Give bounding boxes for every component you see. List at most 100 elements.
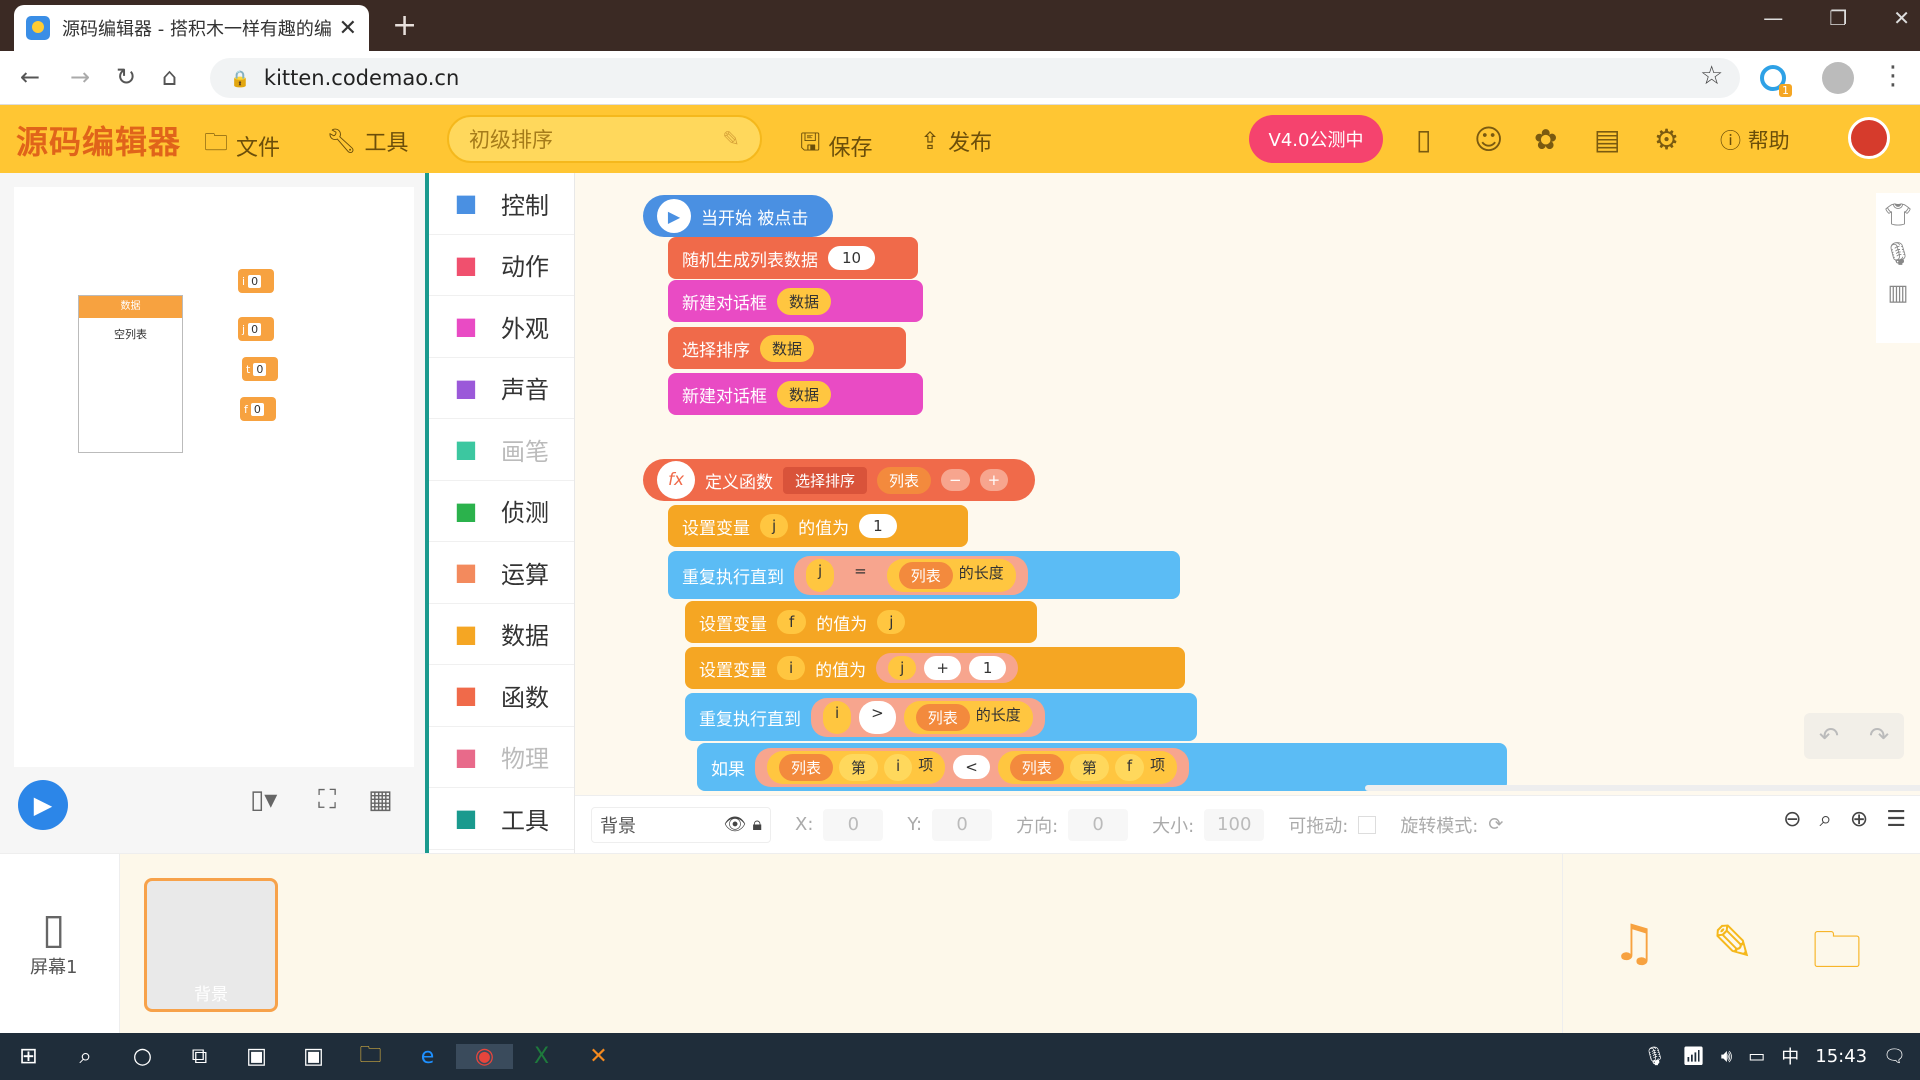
add-folder-icon[interactable]: 🗀 (1812, 914, 1862, 999)
zoom-reset-icon[interactable]: ⌕ (1820, 807, 1832, 832)
phone-preview-icon[interactable]: ▯ (1416, 123, 1431, 156)
settings-gear-icon[interactable]: ⚙ (1654, 123, 1679, 156)
list-dropdown[interactable]: 数据 (777, 287, 832, 315)
background-thumbnail[interactable]: 背景 (144, 878, 278, 1012)
list-item-reporter[interactable]: 列表 第 i 项 (767, 750, 946, 784)
category-item[interactable]: ■ 函数 (429, 665, 574, 727)
set-variable-block[interactable]: 设置变量 f 的值为 j (685, 601, 1037, 643)
category-item[interactable]: ■ 画笔 (429, 419, 574, 481)
new-dialog-block[interactable]: 新建对话框 数据 (668, 373, 923, 415)
category-item[interactable]: ■ 运算 (429, 542, 574, 604)
category-item[interactable]: ■ 物理 (429, 727, 574, 788)
variable-dropdown[interactable]: j (877, 610, 906, 634)
fullscreen-icon[interactable]: ⛶ (318, 785, 336, 816)
microphone-tray-icon[interactable]: 🎙︎ (1643, 1046, 1666, 1067)
variable-monitor[interactable]: i0 (238, 269, 274, 293)
rotation-mode-icon[interactable]: ⟳ (1488, 814, 1503, 835)
lock-icon[interactable]: 🔒︎ (752, 814, 762, 835)
list-monitor[interactable]: 数据 空列表 (78, 295, 183, 453)
draggable-checkbox[interactable] (1358, 815, 1377, 834)
network-icon[interactable]: 📶︎ (1682, 1046, 1705, 1067)
volume-icon[interactable]: 🔊︎ (1721, 1046, 1732, 1067)
ime-indicator[interactable]: 中 (1781, 1043, 1799, 1069)
beta-badge[interactable]: V4.0公测中 (1249, 115, 1383, 163)
grid-icon[interactable]: ▦ (368, 785, 393, 815)
user-avatar[interactable] (1848, 117, 1890, 159)
list-length-reporter[interactable]: 列表 的长度 (903, 700, 1033, 734)
variable-monitor[interactable]: t0 (242, 357, 278, 381)
call-sort-block[interactable]: 选择排序 数据 (668, 327, 906, 369)
tools-menu[interactable]: 🔧︎ 工具 (326, 125, 408, 157)
paint-pencil-icon[interactable]: ✎ (1712, 914, 1754, 972)
microphone-icon[interactable]: 🎙︎ (1884, 242, 1912, 267)
compare-expression[interactable]: 列表 第 i 项 < 列表 第 f 项 (755, 747, 1190, 787)
zoom-in-icon[interactable]: ⊕ (1850, 807, 1868, 832)
stage-canvas[interactable]: 数据 空列表 i0 j0 t0 f0 (14, 187, 414, 767)
costume-icon[interactable]: 👕︎ (1884, 203, 1912, 228)
extensions-icon[interactable]: ✿ (1534, 123, 1557, 156)
reload-icon[interactable]: ↻ (116, 63, 136, 91)
undo-icon[interactable]: ↶ (1819, 722, 1839, 750)
operator-dropdown[interactable]: = (842, 558, 879, 592)
task-view-icon[interactable]: ⧉ (171, 1044, 228, 1069)
variable-dropdown[interactable]: j (760, 514, 789, 538)
operator-dropdown[interactable]: > (859, 700, 896, 734)
zoom-out-icon[interactable]: ⊖ (1783, 807, 1801, 832)
variable-dropdown[interactable]: j (888, 656, 917, 680)
random-list-block[interactable]: 随机生成列表数据 10 (668, 237, 918, 279)
list-dropdown[interactable]: 数据 (777, 380, 832, 408)
compare-expression[interactable]: j = 列表 的长度 (794, 555, 1028, 595)
notification-icon[interactable]: 🗨︎ (1883, 1046, 1906, 1067)
excel-icon[interactable]: X (513, 1044, 570, 1069)
home-icon[interactable]: ⌂ (162, 63, 177, 91)
repeat-until-block[interactable]: 重复执行直到 i > 列表 的长度 (685, 693, 1197, 741)
calendar-icon[interactable]: ▤ (1594, 123, 1620, 156)
minimize-icon[interactable]: — (1763, 6, 1783, 30)
variable-dropdown[interactable]: f (1114, 753, 1145, 781)
music-note-icon[interactable]: ♫ (1612, 914, 1657, 972)
index-dropdown[interactable]: 第 (1069, 753, 1109, 781)
list-dropdown[interactable]: 数据 (760, 334, 815, 362)
device-select-icon[interactable]: ▯▾ (250, 785, 277, 815)
file-explorer-icon[interactable]: 🗀 (342, 1038, 399, 1076)
browser-tab[interactable]: 源码编辑器 - 搭积木一样有趣的编 ✕ (14, 5, 369, 51)
visibility-eye-icon[interactable]: 👁︎ (724, 814, 747, 835)
new-dialog-block[interactable]: 新建对话框 数据 (668, 280, 923, 322)
function-name[interactable]: 选择排序 (783, 466, 868, 494)
bookmark-star-icon[interactable]: ☆ (1700, 61, 1723, 91)
category-item[interactable]: ■ 侦测 (429, 481, 574, 542)
variable-monitor[interactable]: j0 (238, 317, 274, 341)
sprite-name-field[interactable]: 背景 👁︎ 🔒︎ (591, 806, 771, 843)
variable-dropdown[interactable]: i (823, 700, 852, 734)
redo-icon[interactable]: ↷ (1869, 722, 1889, 750)
repeat-until-block[interactable]: 重复执行直到 j = 列表 的长度 (668, 551, 1180, 599)
publish-button[interactable]: ⇪ 发布 (920, 125, 992, 157)
code-workspace[interactable]: ▶ 当开始 被点击 随机生成列表数据 10 新建对话框 数据 选择排序 数据 新… (575, 173, 1920, 795)
restore-icon[interactable]: ❐ (1829, 6, 1847, 30)
variable-dropdown[interactable]: j (806, 558, 835, 592)
variable-dropdown[interactable]: f (777, 610, 807, 634)
category-item[interactable]: ■ 工具 (429, 788, 574, 850)
category-item[interactable]: ■ 控制 (429, 173, 574, 235)
file-menu[interactable]: 🗀 文件 (204, 125, 280, 166)
number-input[interactable]: 10 (828, 246, 876, 270)
when-start-hat-block[interactable]: ▶ 当开始 被点击 (643, 195, 833, 237)
robot-icon[interactable]: ☺ (1474, 123, 1503, 156)
add-expression[interactable]: j + 1 (876, 653, 1019, 683)
help-button[interactable]: ⓘ 帮助 (1720, 125, 1790, 155)
menu-icon[interactable]: ☰ (1886, 807, 1906, 832)
category-item[interactable]: ■ 外观 (429, 296, 574, 358)
variable-dropdown[interactable]: i (884, 753, 913, 781)
list-item-reporter[interactable]: 列表 第 f 项 (997, 750, 1178, 784)
app-icon[interactable]: ▣ (285, 1044, 342, 1069)
clock[interactable]: 15:43 (1815, 1046, 1867, 1067)
app-icon[interactable]: ▣ (228, 1044, 285, 1069)
set-variable-block[interactable]: 设置变量 j 的值为 1 (668, 505, 968, 547)
new-tab-icon[interactable]: + (392, 8, 417, 43)
forward-icon[interactable]: → (70, 63, 90, 91)
variable-dropdown[interactable]: i (777, 656, 806, 680)
compare-expression[interactable]: i > 列表 的长度 (811, 697, 1045, 737)
category-item[interactable]: ■ 数据 (429, 604, 574, 665)
if-block[interactable]: 如果 列表 第 i 项 < 列表 第 f 项 (697, 743, 1507, 791)
param-chip[interactable]: 列表 (877, 466, 932, 494)
